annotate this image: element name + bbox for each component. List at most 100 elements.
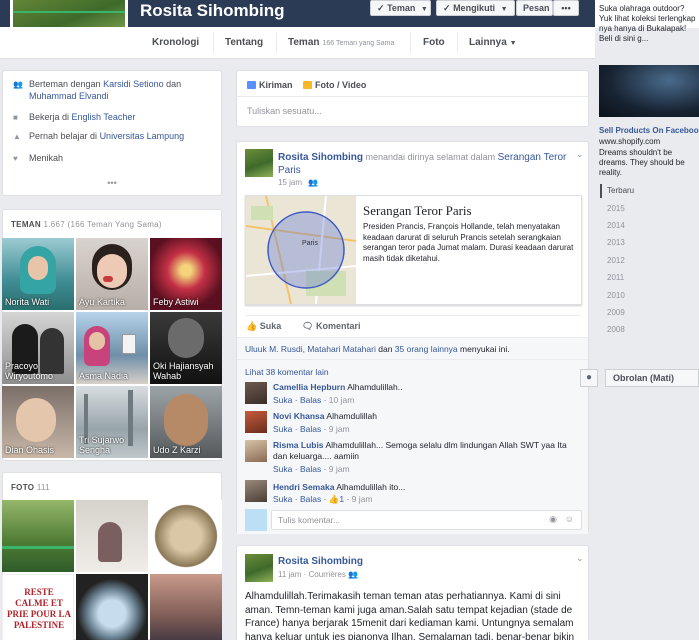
friend-button-label: Teman [387,3,416,13]
like-button[interactable]: 👍 Suka [246,321,281,332]
friend-tile[interactable]: Tri Sujarwo Sengha [76,386,148,458]
composer-tab-photo[interactable]: Foto / Video [303,80,366,90]
author-avatar[interactable] [245,554,273,582]
comment-like-button[interactable]: Suka [273,464,292,474]
follow-button[interactable]: ✓ Mengikuti ▼ [436,0,515,16]
comment-time[interactable]: 9 jam [329,464,350,474]
year-link[interactable]: 2010 [607,291,625,300]
year-link[interactable]: 2008 [607,325,625,334]
ad-text[interactable]: Suka olahraga outdoor? Yuk lihat koleksi… [599,4,699,44]
caret-down-icon: ▼ [420,6,428,13]
likers-link[interactable]: Uluuk M. Rusdi, Matahari Matahari [245,344,376,354]
school-link[interactable]: Universitas Lampung [100,131,185,141]
friend-tile[interactable]: Oki Hajiansyah Wahab [150,312,222,384]
message-button[interactable]: Pesan [516,0,553,16]
comment-time[interactable]: 10 jam [329,395,355,405]
author-name[interactable]: Rosita Sihombing [278,152,363,163]
composer-tab-post[interactable]: Kiriman [247,80,293,90]
nav-divider [410,33,411,53]
commenter-avatar[interactable] [245,480,267,502]
post-options-icon[interactable]: ⌄ [576,149,584,160]
intro-more-button[interactable]: ••• [3,178,221,188]
globe-icon[interactable]: ● [580,369,598,387]
comment-time[interactable]: 9 jam [352,494,373,504]
year-link[interactable]: 2011 [607,273,624,282]
friend-link[interactable]: Muhammad Elvandi [29,91,109,101]
profile-name[interactable]: Rosita Sihombing [140,1,285,21]
photo-thumbnail[interactable] [150,500,222,572]
friend-tile[interactable]: Ayu Kartika [76,238,148,310]
other-likers-link[interactable]: 35 orang lainnya [395,344,458,354]
year-link[interactable]: 2013 [607,238,625,247]
photos-title-label: FOTO [11,483,35,492]
friend-button[interactable]: ✓ Teman ▼ [370,0,431,16]
tab-more[interactable]: Lainnya ▼ [469,37,517,48]
chat-bar[interactable]: Obrolan (Mati) [605,369,699,387]
friend-tile[interactable]: Asma Nadia [76,312,148,384]
comment-body: Camellia Hepburn Alhamdulillah.. [273,382,573,393]
post-time[interactable]: 15 jam 👥 [278,178,318,187]
friend-tile[interactable]: Udo Z Karzi [150,386,222,458]
ad-title[interactable]: Sell Products On Facebook [599,126,699,136]
comment-button[interactable]: 🗨 Komentari [302,321,360,332]
comment-actions: Suka · Balas · 👍1 · 9 jam [273,494,373,504]
photo-thumbnail[interactable] [150,574,222,640]
friend-link[interactable]: Karsidi Setiono [103,79,164,89]
comment-reply-button[interactable]: Balas [300,464,321,474]
friend-name: Tri Sujarwo Sengha [79,435,125,455]
tab-timeline[interactable]: Kronologi [152,37,199,48]
emoji-icon[interactable]: ☺ [565,514,574,524]
year-link[interactable]: Terbaru [607,186,634,195]
post-timestamp[interactable]: 11 jam [278,570,301,579]
comment-like-button[interactable]: Suka [273,395,292,405]
author-name[interactable]: Rosita Sihombing [278,556,363,567]
friends-title-label: TEMAN [11,220,41,229]
year-link[interactable]: 2012 [607,256,625,265]
more-options-button[interactable]: ••• [553,0,579,16]
comment-reply-button[interactable]: Balas [300,395,321,405]
safety-check-card[interactable]: Paris Serangan Teror Paris Presiden Pran… [245,195,582,305]
author-avatar[interactable] [245,149,273,177]
commenter-name[interactable]: Hendri Semaka [273,482,334,492]
composer-input[interactable]: Tuliskan sesuatu... [247,106,322,116]
photo-thumbnail[interactable] [2,500,74,572]
post-options-icon[interactable]: ⌄ [576,553,584,564]
intro-text: Bekerja di [29,112,70,122]
comment-reply-button[interactable]: Balas [300,424,321,434]
comment-time[interactable]: 9 jam [329,424,350,434]
photos-title[interactable]: FOTO 111 [11,483,50,492]
commenter-name[interactable]: Risma Lubis [273,440,324,450]
comment-input-placeholder: Tulis komentar... [278,515,341,525]
view-more-comments-link[interactable]: Lihat 38 komentar lain [245,367,329,377]
commenter-avatar[interactable] [245,411,267,433]
tab-friends[interactable]: Teman 166 Teman yang Sama [288,37,394,48]
commenter-name[interactable]: Novi Khansa [273,411,325,421]
post-location[interactable]: Courrières [309,570,346,579]
friend-tile[interactable]: Norita Wati [2,238,74,310]
tab-more-label: Lainnya [469,37,507,48]
comment-reply-button[interactable]: Balas [300,494,321,504]
friend-tile[interactable]: Feby Astiwi [150,238,222,310]
composer-tab-label: Foto / Video [315,80,367,90]
tab-photos[interactable]: Foto [423,37,445,48]
tab-about[interactable]: Tentang [225,37,263,48]
friend-tile[interactable]: Pracoyo Wiryoutomo [2,312,74,384]
photo-thumbnail[interactable] [76,574,148,640]
camera-icon[interactable]: ◉ [549,514,557,525]
work-link[interactable]: English Teacher [72,112,136,122]
commenter-name[interactable]: Camellia Hepburn [273,382,345,392]
comment-like-count[interactable]: 👍1 [329,494,344,504]
commenter-avatar[interactable] [245,440,267,462]
year-link[interactable]: 2009 [607,308,625,317]
photo-thumbnail[interactable]: RESTE CALME ET PRIE POUR LA PALESTINE [2,574,74,640]
comment-like-button[interactable]: Suka [273,494,292,504]
year-link[interactable]: 2014 [607,221,625,230]
friends-title[interactable]: TEMAN 1.667 (166 Teman Yang Sama) [11,220,162,229]
comment-input[interactable]: Tulis komentar... ◉ ☺ [271,510,582,530]
commenter-avatar[interactable] [245,382,267,404]
ad-image[interactable] [599,65,699,117]
friend-tile[interactable]: Dian Ohasis [2,386,74,458]
photo-thumbnail[interactable] [76,500,148,572]
year-link[interactable]: 2015 [607,204,625,213]
comment-like-button[interactable]: Suka [273,424,292,434]
